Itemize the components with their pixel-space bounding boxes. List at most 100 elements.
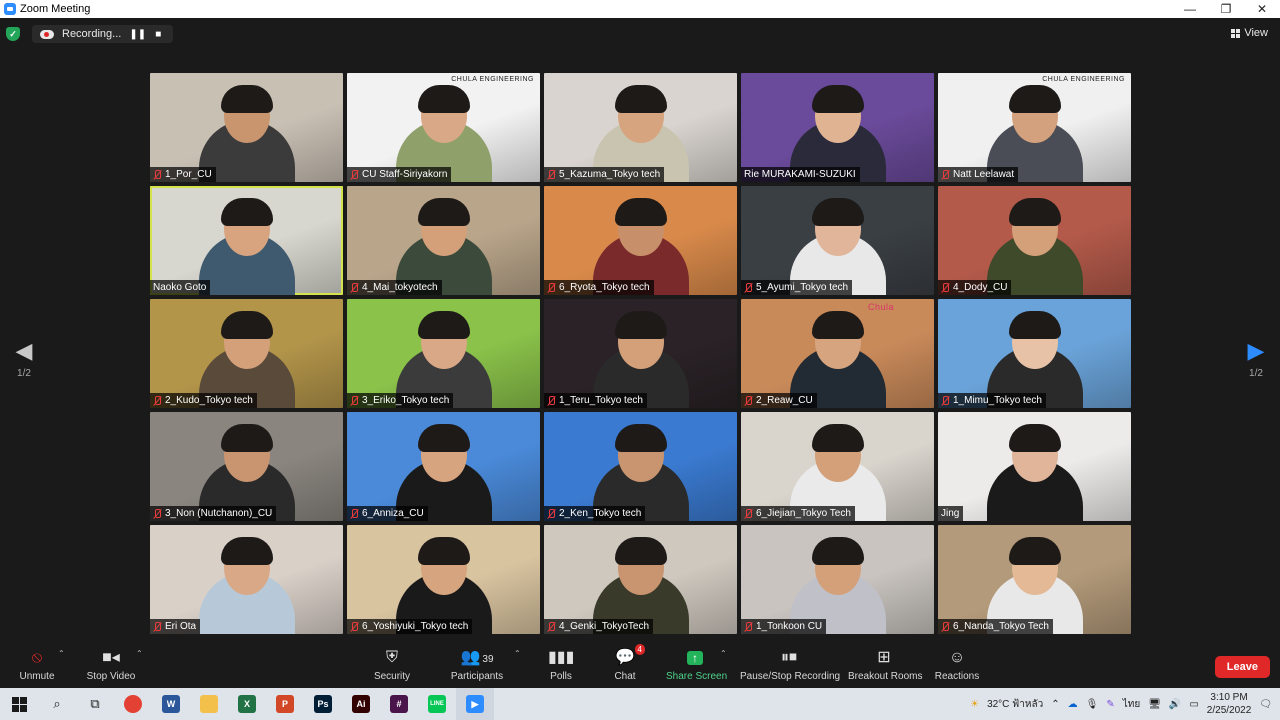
- muted-microphone-icon: [153, 395, 162, 406]
- muted-microphone-icon: [350, 621, 359, 632]
- close-button[interactable]: ✕: [1244, 0, 1280, 18]
- task-view-button[interactable]: ⧉: [76, 688, 114, 720]
- video-tile[interactable]: Jing: [938, 412, 1131, 521]
- video-tile[interactable]: 5_Ayumi_Tokyo tech: [741, 186, 934, 295]
- video-tile[interactable]: 2_Ken_Tokyo tech: [544, 412, 737, 521]
- taskbar-app-word[interactable]: W: [152, 688, 190, 720]
- breakout-rooms-icon: ⊞: [877, 649, 891, 666]
- taskbar-app-slack[interactable]: #: [380, 688, 418, 720]
- windows-taskbar: ⌕ ⧉ W X P Ps Ai # LINE ▶ ☀ 32°C ฟ้าหลัว ⌃ ☁ 🎙 ✎…: [0, 688, 1280, 720]
- stop-video-button[interactable]: ■◂ Stop Video: [86, 648, 136, 682]
- search-button[interactable]: ⌕: [38, 688, 76, 720]
- next-page-button[interactable]: ▶ 1/2: [1241, 340, 1271, 380]
- encryption-shield-icon[interactable]: ✓: [6, 27, 20, 41]
- stop-video-label: Stop Video: [86, 671, 136, 682]
- participant-name-tag: 4_Genki_TokyoTech: [544, 619, 654, 634]
- muted-microphone-icon: [744, 395, 753, 406]
- muted-microphone-icon: [744, 508, 753, 519]
- language-indicator[interactable]: ไทย: [1123, 697, 1140, 712]
- share-screen-label: Share Screen: [666, 671, 728, 682]
- stop-recording-button[interactable]: ■: [151, 29, 165, 40]
- taskbar-app-chrome[interactable]: [114, 688, 152, 720]
- reactions-button[interactable]: ☺ Reactions: [934, 648, 980, 682]
- participant-name: Rie MURAKAMI-SUZUKI: [744, 169, 856, 180]
- pause-recording-button[interactable]: ❚❚: [129, 29, 146, 40]
- video-tile[interactable]: CHULA ENGINEERING Natt Leelawat: [938, 73, 1131, 182]
- pause-stop-recording-button[interactable]: ⏸⏹ Pause/Stop Recording: [740, 648, 840, 682]
- zoom-app-icon: [4, 3, 16, 15]
- video-tile[interactable]: 6_Anniza_CU: [347, 412, 540, 521]
- video-tile[interactable]: 1_Tonkoon CU: [741, 525, 934, 634]
- video-tile[interactable]: 6_Ryota_Tokyo tech: [544, 186, 737, 295]
- breakout-rooms-button[interactable]: ⊞ Breakout Rooms: [848, 648, 922, 682]
- battery-icon[interactable]: ▭: [1189, 699, 1198, 710]
- participant-name: Eri Ota: [165, 621, 197, 632]
- windows-logo-icon: [11, 696, 27, 712]
- page-indicator-left: 1/2: [17, 368, 31, 379]
- participant-hair: [811, 424, 864, 452]
- video-tile[interactable]: 4_Mai_tokyotech: [347, 186, 540, 295]
- explorer-icon: [200, 695, 218, 713]
- security-button[interactable]: ⛨ Security: [372, 648, 412, 682]
- video-tile[interactable]: CHULA ENGINEERING CU Staff-Siriyakorn: [347, 73, 540, 182]
- microphone-icon[interactable]: 🎙: [1086, 699, 1099, 710]
- leave-button[interactable]: Leave: [1214, 656, 1270, 678]
- participants-count: 39: [482, 654, 494, 665]
- participants-label: Participants: [450, 671, 504, 682]
- security-shield-icon: ⛨: [385, 649, 398, 666]
- taskbar-app-explorer[interactable]: [190, 688, 228, 720]
- participant-hair: [614, 198, 667, 226]
- video-tile[interactable]: 4_Genki_TokyoTech: [544, 525, 737, 634]
- weather-label[interactable]: 32°C ฟ้าหลัว: [987, 697, 1043, 712]
- bar-chart-icon: ▮▮▮: [548, 649, 575, 666]
- video-tile[interactable]: 4_Dody_CU: [938, 186, 1131, 295]
- video-tile[interactable]: 6_Yoshiyuki_Tokyo tech: [347, 525, 540, 634]
- chat-button[interactable]: 💬 4 Chat: [612, 644, 645, 682]
- participants-button[interactable]: 👥 39 Participants: [450, 648, 504, 682]
- video-tile[interactable]: 3_Eriko_Tokyo tech: [347, 299, 540, 408]
- muted-microphone-icon: [153, 621, 162, 632]
- video-tile[interactable]: 2_Kudo_Tokyo tech: [150, 299, 343, 408]
- chevron-up-icon[interactable]: ⌃: [1051, 699, 1059, 710]
- video-tile[interactable]: Naoko Goto: [150, 186, 343, 295]
- unmute-button[interactable]: ⦸ Unmute: [18, 648, 56, 682]
- participant-name: 3_Non (Nutchanon)_CU: [165, 508, 273, 519]
- notifications-icon[interactable]: 🗨: [1259, 699, 1272, 710]
- video-tile[interactable]: 6_Nanda_Tokyo Tech: [938, 525, 1131, 634]
- video-tile[interactable]: 1_Teru_Tokyo tech: [544, 299, 737, 408]
- muted-microphone-icon: [547, 395, 556, 406]
- onedrive-icon[interactable]: ☁: [1068, 699, 1078, 710]
- previous-page-button[interactable]: ◀ 1/2: [9, 340, 39, 380]
- polls-button[interactable]: ▮▮▮ Polls: [548, 648, 574, 682]
- maximize-button[interactable]: ❐: [1208, 0, 1244, 18]
- video-tile[interactable]: Eri Ota: [150, 525, 343, 634]
- video-tile[interactable]: 6_Jiejian_Tokyo Tech: [741, 412, 934, 521]
- video-tile[interactable]: 1_Por_CU: [150, 73, 343, 182]
- caret-up-icon: ⌃: [136, 649, 143, 658]
- participant-name-tag: 6_Anniza_CU: [347, 506, 428, 521]
- video-tile[interactable]: 3_Non (Nutchanon)_CU: [150, 412, 343, 521]
- start-button[interactable]: [0, 688, 38, 720]
- taskbar-app-line[interactable]: LINE: [418, 688, 456, 720]
- taskbar-app-zoom[interactable]: ▶: [456, 688, 494, 720]
- minimize-button[interactable]: —: [1172, 0, 1208, 18]
- clock[interactable]: 3:10 PM 2/25/2022: [1207, 691, 1252, 717]
- volume-icon[interactable]: 🔊: [1169, 699, 1181, 710]
- participant-hair: [614, 85, 667, 113]
- search-icon: ⌕: [53, 696, 61, 711]
- video-tile[interactable]: 5_Kazuma_Tokyo tech: [544, 73, 737, 182]
- view-button[interactable]: View: [1231, 27, 1268, 39]
- share-screen-button[interactable]: ↑ Share Screen: [666, 648, 728, 682]
- taskbar-app-powerpoint[interactable]: P: [266, 688, 304, 720]
- network-icon[interactable]: 🖥: [1148, 699, 1161, 710]
- pen-icon[interactable]: ✎: [1106, 699, 1114, 710]
- video-tile[interactable]: Chula 2_Reaw_CU: [741, 299, 934, 408]
- taskbar-app-photoshop[interactable]: Ps: [304, 688, 342, 720]
- video-tile[interactable]: 1_Mimu_Tokyo tech: [938, 299, 1131, 408]
- taskbar-app-excel[interactable]: X: [228, 688, 266, 720]
- video-tile[interactable]: Rie MURAKAMI-SUZUKI: [741, 73, 934, 182]
- taskbar-app-illustrator[interactable]: Ai: [342, 688, 380, 720]
- participant-name: 6_Anniza_CU: [362, 508, 424, 519]
- excel-icon: X: [238, 695, 256, 713]
- muted-microphone-icon: [547, 169, 556, 180]
